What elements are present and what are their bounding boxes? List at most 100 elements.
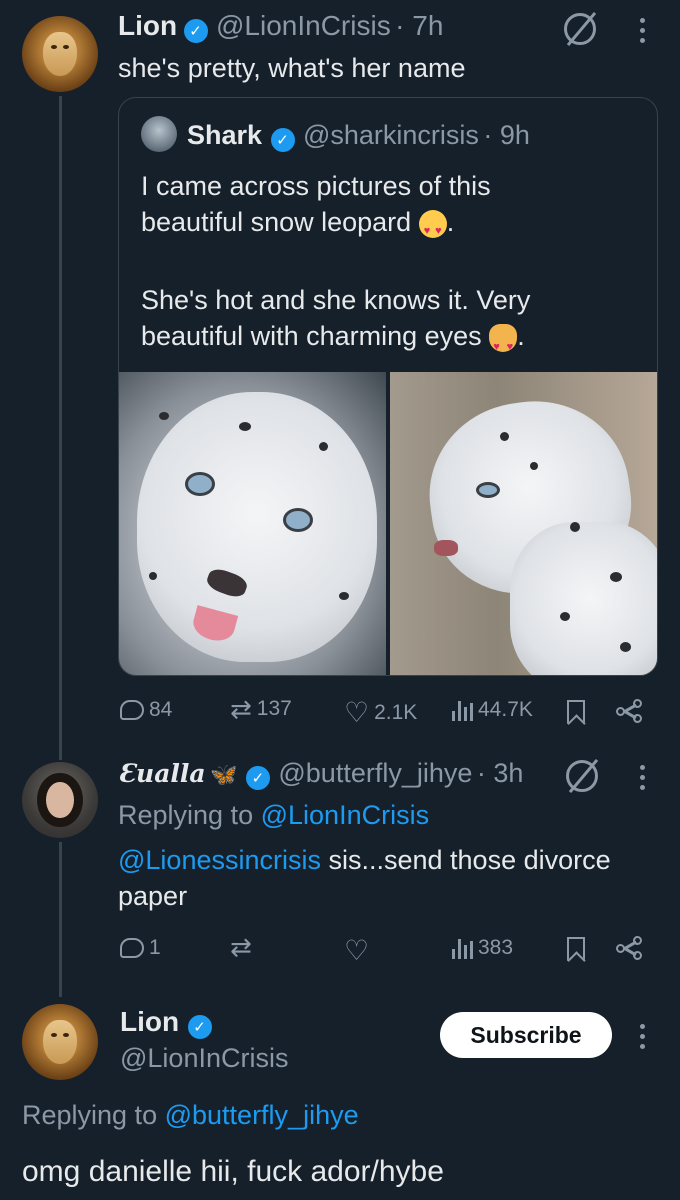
spot (319, 442, 328, 451)
reply-count: 1 (149, 936, 161, 959)
verified-icon: ✓ (270, 127, 295, 152)
verified-icon: ✓ (183, 18, 208, 43)
shark-avatar[interactable] (141, 116, 177, 152)
tweet2-author-name[interactable]: Ɛualla (118, 759, 206, 788)
bookmark-icon[interactable] (567, 700, 585, 724)
lion-face (43, 1019, 77, 1065)
views-icon (452, 937, 473, 959)
more-icon[interactable] (636, 1024, 648, 1049)
views-count: 383 (478, 936, 514, 959)
retweet-icon: ⇄ (230, 694, 252, 724)
quote-line-4-end: . (517, 321, 525, 351)
thread-line (59, 96, 62, 760)
thread-line (59, 842, 62, 997)
replying-to-label: Replying to (22, 1100, 158, 1130)
verified-icon: ✓ (245, 765, 270, 790)
views-button[interactable]: 383 (452, 936, 513, 960)
retweet-button[interactable]: ⇄ 137 (230, 696, 292, 722)
grok-icon[interactable] (564, 13, 596, 45)
reply-icon (120, 700, 144, 720)
spot (560, 612, 570, 621)
eualla-avatar[interactable] (22, 762, 98, 838)
avatar-face (46, 781, 74, 819)
quote-time: · 9h (483, 120, 530, 150)
quote-author-name[interactable]: Shark (187, 120, 262, 150)
lion-avatar[interactable] (22, 16, 98, 92)
quote-line-4: beautiful with charming eyes (141, 321, 482, 351)
spot (500, 432, 509, 441)
bookmark-icon[interactable] (567, 937, 585, 961)
tweet3-author-name[interactable]: Lion (120, 1006, 179, 1037)
like-button[interactable]: ♡ 2.1K (344, 696, 417, 729)
more-icon[interactable] (636, 18, 648, 43)
like-icon: ♡ (344, 697, 370, 728)
leopard-eye (476, 482, 500, 498)
replying-to-label: Replying to (118, 800, 254, 830)
spot (570, 522, 580, 532)
like-count: 2.1K (374, 700, 418, 724)
tweet1-handle[interactable]: @LionInCrisis (216, 10, 391, 41)
quote-text: I came across pictures of this beautiful… (141, 168, 641, 365)
quote-line-1: I came across pictures of this (141, 171, 491, 201)
tweet2-handle[interactable]: @butterfly_jihye (278, 758, 472, 788)
butterfly-emoji-icon: 🦋 (210, 762, 238, 787)
page: Lion ✓ @LionInCrisis · 7h she's pretty, … (0, 0, 680, 1200)
mention-link[interactable]: @Lionessincrisis (118, 845, 321, 875)
heart-eyes-cat-emoji-icon (489, 323, 518, 365)
snow-leopard-photo-2[interactable] (390, 372, 657, 675)
retweet-count: 137 (256, 697, 292, 720)
tweet1-author-name[interactable]: Lion (118, 10, 177, 41)
reply-count: 84 (149, 698, 173, 721)
views-count: 44.7K (478, 698, 533, 721)
spot (149, 572, 157, 580)
tweet3-author: Lion ✓ @LionInCrisis (120, 1006, 288, 1074)
replying-to-link[interactable]: @butterfly_jihye (165, 1100, 359, 1130)
quote-line-2: beautiful snow leopard (141, 207, 412, 237)
tweet3-text: omg danielle hii, fuck ador/hybe (22, 1155, 444, 1188)
retweet-icon: ⇄ (230, 932, 252, 962)
tweet2-text-line2: paper (118, 881, 188, 911)
tweet1-header: Lion ✓ @LionInCrisis · 7h (118, 10, 443, 43)
spot (159, 412, 169, 420)
tweet3-handle[interactable]: @LionInCrisis (120, 1043, 288, 1074)
tweet1-time[interactable]: · 7h (395, 10, 443, 41)
reply-button[interactable]: 1 (120, 936, 161, 960)
snow-leopard-photo-1[interactable] (119, 372, 386, 675)
share-icon[interactable] (616, 936, 642, 960)
lion-avatar[interactable] (22, 1004, 98, 1080)
tweet3-replying: Replying to @butterfly_jihye (22, 1100, 359, 1131)
leopard-head (137, 392, 377, 662)
share-icon[interactable] (616, 699, 642, 723)
leopard-eye (283, 508, 313, 532)
views-button[interactable]: 44.7K (452, 698, 533, 722)
spot (620, 642, 631, 652)
replying-to-link[interactable]: @LionInCrisis (261, 800, 429, 830)
grok-icon[interactable] (566, 760, 598, 792)
leopard-nose (434, 540, 458, 556)
like-button[interactable]: ♡ (344, 934, 369, 967)
retweet-button[interactable]: ⇄ (230, 934, 252, 960)
quote-line-4-wrap: beautiful with charming eyes . (141, 318, 641, 365)
heart-eyes-emoji-icon (418, 209, 447, 249)
tweet1-text: she's pretty, what's her name (118, 53, 466, 83)
tweet2-text-rest: sis...send those divorce (320, 845, 611, 875)
reply-button[interactable]: 84 (120, 698, 172, 722)
subscribe-button[interactable]: Subscribe (440, 1012, 612, 1058)
quote-line-3: She's hot and she knows it. Very (141, 285, 531, 315)
leopard-body (510, 522, 657, 675)
quote-handle: @sharkincrisis (302, 120, 479, 150)
tweet2-header: Ɛualla 🦋 ✓ @butterfly_jihye · 3h (118, 758, 523, 790)
more-icon[interactable] (636, 765, 648, 790)
views-icon (452, 699, 473, 721)
spot (339, 592, 349, 600)
tweet2-time[interactable]: · 3h (477, 758, 524, 788)
spot (239, 422, 251, 431)
tweet2-replying: Replying to @LionInCrisis (118, 800, 429, 831)
quoted-tweet-card[interactable]: Shark ✓ @sharkincrisis · 9h I came acros… (118, 97, 658, 676)
quote-header: Shark ✓ @sharkincrisis · 9h (187, 120, 530, 152)
tweet2-text: @Lionessincrisis sis...send those divorc… (118, 842, 658, 914)
quote-line-2-wrap: beautiful snow leopard . (141, 204, 641, 249)
quote-line-2-end: . (446, 207, 455, 237)
lion-face (43, 31, 77, 77)
spot (530, 462, 538, 470)
